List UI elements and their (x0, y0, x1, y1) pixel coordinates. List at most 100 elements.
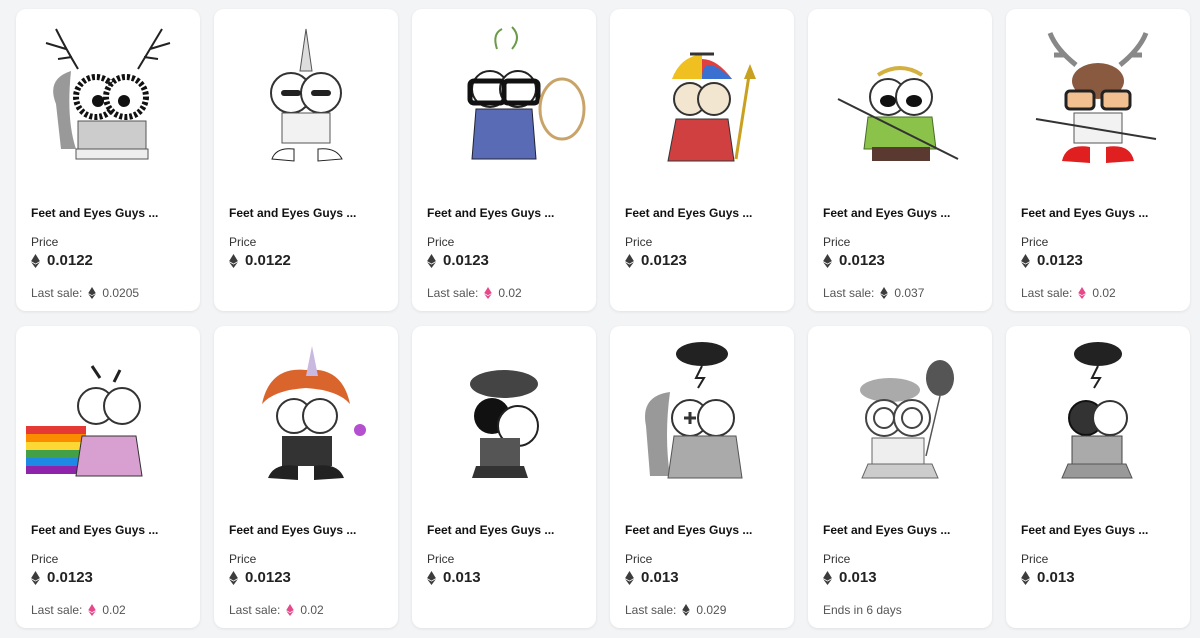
nft-card[interactable]: Feet and Eyes Guys ... Price 0.0123 Last sa… (412, 9, 596, 311)
price-label: Price (427, 235, 455, 249)
last-sale: Last sale: 0.02 (229, 603, 324, 617)
eth-icon (682, 604, 691, 616)
nft-artwork (837, 66, 959, 161)
nft-card[interactable]: Feet and Eyes Guys ... Price 0.0123 Last sa… (1006, 9, 1190, 311)
nft-title[interactable]: Feet and Eyes Guys ... (1021, 523, 1181, 537)
last-sale: Last sale: 0.02 (1021, 286, 1116, 300)
price-label: Price (31, 552, 59, 566)
price-label: Price (427, 552, 455, 566)
nft-card[interactable]: Feet and Eyes Guys ... Price 0.0123 Last sa… (16, 326, 200, 628)
nft-image[interactable] (412, 326, 596, 506)
price-row: 0.0123 (823, 252, 885, 269)
price-label: Price (31, 235, 59, 249)
last-sale-label: Last sale: (229, 603, 281, 617)
nft-artwork (1061, 342, 1133, 479)
eth-icon (823, 570, 832, 585)
nft-image[interactable] (610, 326, 794, 506)
nft-card[interactable]: Feet and Eyes Guys ... Price 0.013 (412, 326, 596, 628)
eth-icon (229, 253, 238, 268)
weth-icon (484, 287, 493, 299)
price-label: Price (229, 235, 257, 249)
last-sale: Last sale: 0.037 (823, 286, 924, 300)
nft-image[interactable] (16, 326, 200, 506)
eth-icon (88, 287, 97, 299)
price-value: 0.0122 (47, 252, 93, 269)
nft-artwork (270, 28, 343, 162)
nft-image[interactable] (16, 9, 200, 189)
price-row: 0.0123 (1021, 252, 1083, 269)
price-row: 0.0123 (625, 252, 687, 269)
nft-card[interactable]: Feet and Eyes Guys ... Price 0.013 Ends in … (808, 326, 992, 628)
nft-image[interactable] (808, 9, 992, 189)
price-value: 0.0123 (839, 252, 885, 269)
price-value: 0.0122 (245, 252, 291, 269)
nft-title[interactable]: Feet and Eyes Guys ... (31, 206, 191, 220)
nft-image[interactable] (610, 9, 794, 189)
nft-card[interactable]: Feet and Eyes Guys ... Price 0.0123 Last sa… (214, 326, 398, 628)
nft-card[interactable]: Feet and Eyes Guys ... Price 0.0122 Last sa… (16, 9, 200, 311)
nft-card[interactable]: Feet and Eyes Guys ... Price 0.0123 (610, 9, 794, 311)
nft-artwork (667, 52, 756, 162)
last-sale-value: 0.02 (1092, 286, 1116, 300)
nft-artwork (262, 346, 366, 480)
nft-card[interactable]: Feet and Eyes Guys ... Price 0.0123 Last sa… (808, 9, 992, 311)
price-row: 0.0123 (31, 569, 93, 586)
nft-card-grid: Feet and Eyes Guys ... Price 0.0122 Last sa… (16, 9, 1190, 628)
nft-image[interactable] (808, 326, 992, 506)
price-label: Price (1021, 235, 1049, 249)
auction-ends: Ends in 6 days (823, 603, 902, 617)
last-sale: Last sale: 0.029 (625, 603, 726, 617)
eth-icon (625, 570, 634, 585)
price-label: Price (625, 552, 653, 566)
price-row: 0.013 (1021, 569, 1075, 586)
nft-card[interactable]: Feet and Eyes Guys ... Price 0.013 Last sal… (610, 326, 794, 628)
price-value: 0.013 (443, 569, 481, 586)
nft-image[interactable] (412, 9, 596, 189)
nft-title[interactable]: Feet and Eyes Guys ... (1021, 206, 1181, 220)
nft-title[interactable]: Feet and Eyes Guys ... (625, 523, 785, 537)
nft-card[interactable]: Feet and Eyes Guys ... Price 0.0122 (214, 9, 398, 311)
nft-title[interactable]: Feet and Eyes Guys ... (427, 206, 587, 220)
last-sale-value: 0.037 (894, 286, 925, 300)
eth-icon (427, 253, 436, 268)
nft-card[interactable]: Feet and Eyes Guys ... Price 0.013 (1006, 326, 1190, 628)
nft-title[interactable]: Feet and Eyes Guys ... (229, 206, 389, 220)
nft-image[interactable] (1006, 326, 1190, 506)
eth-icon (31, 570, 40, 585)
price-row: 0.013 (625, 569, 679, 586)
nft-title[interactable]: Feet and Eyes Guys ... (427, 523, 587, 537)
last-sale-label: Last sale: (31, 603, 83, 617)
price-label: Price (823, 552, 851, 566)
weth-icon (88, 604, 97, 616)
nft-image[interactable] (214, 9, 398, 189)
last-sale-value: 0.02 (300, 603, 324, 617)
nft-image[interactable] (214, 326, 398, 506)
last-sale-label: Last sale: (427, 286, 479, 300)
nft-artwork (26, 365, 143, 477)
nft-image[interactable] (1006, 9, 1190, 189)
eth-icon (31, 253, 40, 268)
price-value: 0.0123 (245, 569, 291, 586)
last-sale-value: 0.02 (498, 286, 522, 300)
price-value: 0.0123 (47, 569, 93, 586)
nft-title[interactable]: Feet and Eyes Guys ... (625, 206, 785, 220)
nft-artwork (467, 26, 586, 160)
nft-title[interactable]: Feet and Eyes Guys ... (823, 206, 983, 220)
price-value: 0.0123 (443, 252, 489, 269)
last-sale: Last sale: 0.02 (31, 603, 126, 617)
price-row: 0.013 (823, 569, 877, 586)
nft-title[interactable]: Feet and Eyes Guys ... (823, 523, 983, 537)
price-row: 0.0123 (427, 252, 489, 269)
price-row: 0.0122 (229, 252, 291, 269)
nft-title[interactable]: Feet and Eyes Guys ... (229, 523, 389, 537)
eth-icon (1021, 253, 1030, 268)
eth-icon (1021, 570, 1030, 585)
nft-artwork (470, 370, 539, 478)
nft-title[interactable]: Feet and Eyes Guys ... (31, 523, 191, 537)
last-sale: Last sale: 0.0205 (31, 286, 139, 300)
last-sale-label: Last sale: (625, 603, 677, 617)
eth-icon (229, 570, 238, 585)
last-sale-value: 0.029 (696, 603, 727, 617)
price-label: Price (625, 235, 653, 249)
weth-icon (1078, 287, 1087, 299)
